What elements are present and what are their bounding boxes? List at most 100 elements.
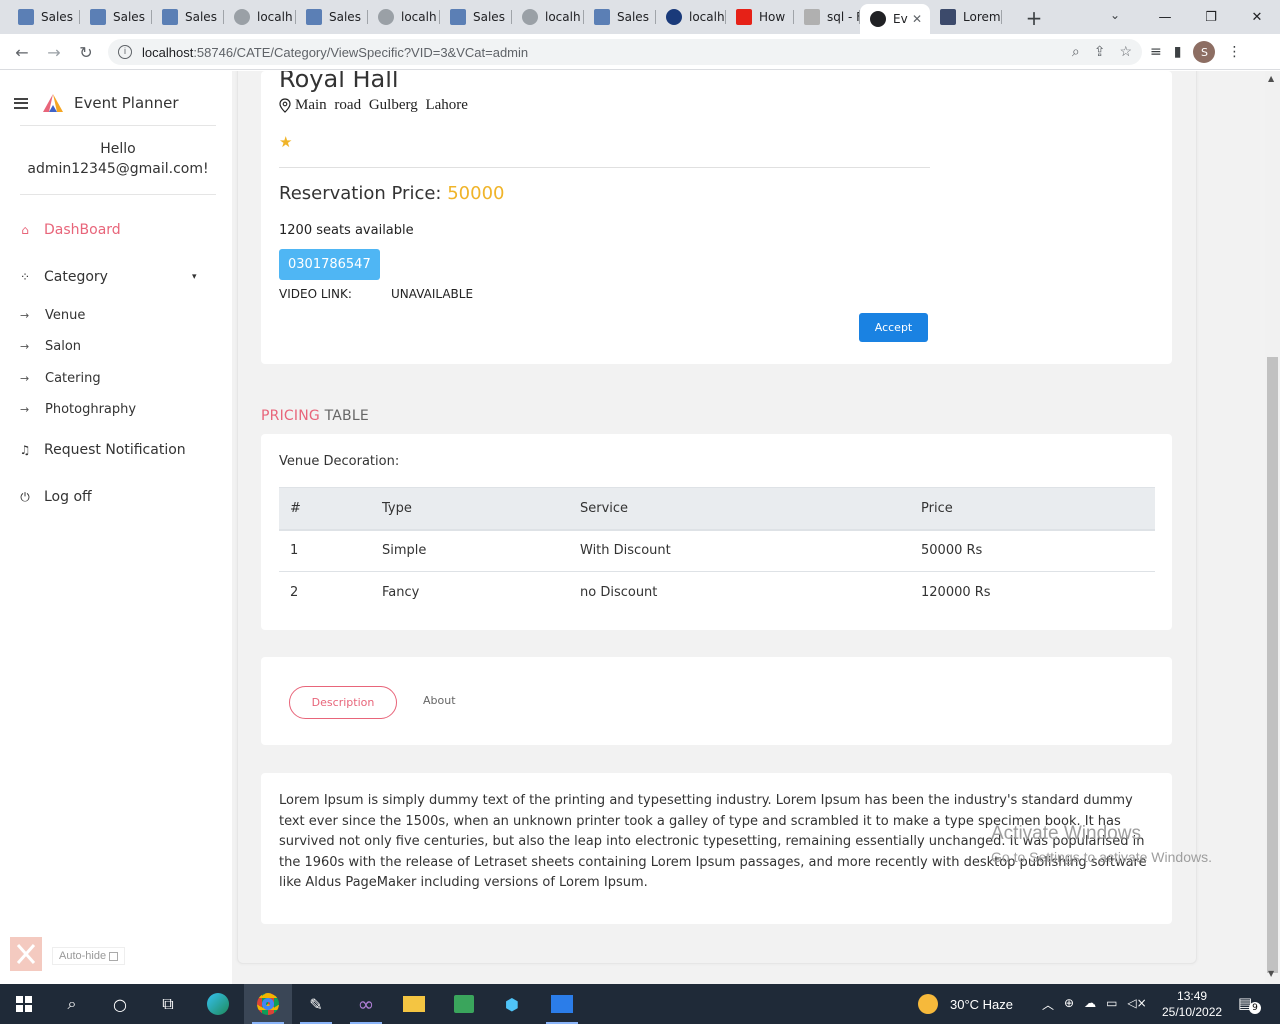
venue-details-card: Royal Hall Main road Gulberg Lahore ★ Re… <box>261 71 1172 364</box>
browser-tab[interactable]: Ev ✕ <box>860 4 930 34</box>
minimize-icon[interactable]: — <box>1142 0 1188 34</box>
windows-start-icon[interactable] <box>0 984 48 1024</box>
browser-tab[interactable]: Lorem <box>930 4 1002 30</box>
accept-button[interactable]: Accept <box>859 313 928 342</box>
table-cell: With Discount <box>580 529 921 572</box>
browser-tab-label: How <box>759 10 786 24</box>
globe-icon <box>378 9 394 25</box>
sidebar-item-request-notification[interactable]: ♫ Request Notification <box>18 442 186 458</box>
browser-tab-label: Sales <box>185 10 217 24</box>
tab-search-chevron-icon[interactable]: ⌄ <box>1110 8 1120 22</box>
network-app-icon[interactable]: ⬢ <box>488 984 536 1024</box>
chevron-down-icon[interactable]: ▾ <box>192 272 197 282</box>
media-app-icon[interactable] <box>440 984 488 1024</box>
windows-taskbar: ⌕ ○ ⧉ ✎ ∞ ⬢ 30°C Haze ︿ ⊕ ☁ ▭ ◁× 13:49 2… <box>0 984 1280 1024</box>
browser-tab[interactable]: Sales <box>440 4 512 30</box>
table-cell: no Discount <box>580 585 658 601</box>
chrome-menu-icon[interactable]: ⋮ <box>1227 44 1241 60</box>
browser-tab-label: localh <box>401 10 437 24</box>
volume-icon[interactable]: ◁× <box>1127 996 1146 1013</box>
visual-studio-icon[interactable]: ∞ <box>342 984 390 1024</box>
chrome-icon[interactable] <box>244 984 292 1024</box>
search-icon[interactable]: ⌕ <box>48 984 96 1024</box>
browser-tab[interactable]: Sales <box>584 4 656 30</box>
tools-icon[interactable]: ✎ <box>292 984 340 1024</box>
new-tab-button[interactable]: + <box>1024 6 1044 30</box>
sidebar-subitem-salon[interactable]: → Salon <box>20 339 81 354</box>
task-view-icon[interactable]: ⧉ <box>144 984 192 1024</box>
weather-widget[interactable]: 30°C Haze <box>918 984 1013 1024</box>
window-controls: — ❐ ✕ <box>1142 0 1280 34</box>
network-icon[interactable]: ▭ <box>1106 996 1117 1013</box>
auto-hide-checkbox[interactable] <box>109 951 119 961</box>
tab-about[interactable]: About <box>423 694 456 707</box>
scrollbar-thumb[interactable] <box>1267 357 1278 973</box>
browser-tab[interactable]: localh <box>224 4 296 30</box>
grid-dots-icon: ⁘ <box>19 270 31 284</box>
browser-toolbar: ← → ↻ i localhost:58746/CATE/Category/Vi… <box>0 34 1280 70</box>
sidebar-subitem-photography[interactable]: → Photoghraphy <box>20 402 136 417</box>
tabs-card: Description About <box>261 657 1172 745</box>
browser-tab[interactable]: localh <box>512 4 584 30</box>
chevron-up-icon[interactable]: ︿ <box>1042 996 1054 1013</box>
browser-tab[interactable]: How <box>726 4 794 30</box>
tab-description[interactable]: Description <box>289 686 397 719</box>
address-bar[interactable]: i localhost:58746/CATE/Category/ViewSpec… <box>108 39 1142 65</box>
pricing-table: # Type Service Price 1 Simple With Disco… <box>279 487 1155 614</box>
restore-icon[interactable]: ❐ <box>1188 0 1234 34</box>
site-info-icon[interactable]: i <box>118 45 132 59</box>
close-window-icon[interactable]: ✕ <box>1234 0 1280 34</box>
back-arrow-icon[interactable]: ← <box>10 40 34 64</box>
sidebar-divider <box>20 125 216 126</box>
browser-tab[interactable]: Sales <box>80 4 152 30</box>
page-scrollbar[interactable]: ▲ ▼ <box>1265 71 1280 984</box>
table-cell: 1 <box>279 529 382 572</box>
browser-tab[interactable]: Sales <box>296 4 368 30</box>
onedrive-cloud-icon[interactable]: ☁ <box>1084 996 1096 1013</box>
scroll-up-icon[interactable]: ▲ <box>1268 74 1274 83</box>
auto-hide-toggle[interactable]: Auto-hide <box>52 947 126 965</box>
media-control-icon[interactable]: ≡ <box>1150 44 1162 60</box>
hamburger-menu-icon[interactable] <box>14 97 28 109</box>
home-icon: ⌂ <box>21 223 29 237</box>
photos-icon[interactable] <box>538 984 586 1024</box>
zoom-icon[interactable]: ⌕ <box>1072 43 1080 60</box>
browser-tab[interactable]: Sales <box>152 4 224 30</box>
user-greeting: Hello admin12345@gmail.com! <box>20 139 216 179</box>
bookmark-star-icon[interactable]: ☆ <box>1119 43 1132 60</box>
video-link-value: UNAVAILABLE <box>391 287 474 301</box>
browser-tab-label: localh <box>545 10 581 24</box>
people-icon[interactable]: ⊕ <box>1064 996 1074 1013</box>
table-row: 1 Simple With Discount 50000 Rs <box>279 529 1155 572</box>
column-header: Type <box>382 487 580 531</box>
browser-tab[interactable]: Sales <box>8 4 80 30</box>
sidebar-item-category[interactable]: ⁘ Category <box>18 269 108 285</box>
edge-icon[interactable] <box>194 984 242 1024</box>
side-panel-icon[interactable]: ▮ <box>1174 44 1182 60</box>
clock[interactable]: 13:49 25/10/2022 <box>1162 988 1222 1020</box>
scroll-down-icon[interactable]: ▼ <box>1268 969 1274 978</box>
table-cell: 2 <box>290 585 299 601</box>
profile-avatar[interactable]: S <box>1193 41 1216 63</box>
sidebar-item-logoff[interactable]: ⏻ Log off <box>18 489 91 505</box>
browser-tab-label: Sales <box>113 10 145 24</box>
close-tab-icon[interactable]: ✕ <box>912 12 922 26</box>
sidebar-item-label: DashBoard <box>44 222 121 238</box>
brand: Event Planner <box>14 93 179 113</box>
browser-tab[interactable]: localh <box>656 4 726 30</box>
sidebar-subitem-venue[interactable]: → Venue <box>20 308 85 323</box>
file-explorer-icon[interactable] <box>390 984 438 1024</box>
sidebar-item-dashboard[interactable]: ⌂ DashBoard <box>18 222 121 238</box>
browser-tab-label: Sales <box>329 10 361 24</box>
forward-arrow-icon[interactable]: → <box>42 40 66 64</box>
table-cell: 50000 Rs <box>921 529 1155 572</box>
cortana-icon[interactable]: ○ <box>96 984 144 1024</box>
browser-tab[interactable]: localh <box>368 4 440 30</box>
browser-tab[interactable]: sql - F <box>794 4 860 30</box>
reload-icon[interactable]: ↻ <box>74 40 98 64</box>
sidebar-subitem-catering[interactable]: → Catering <box>20 371 101 386</box>
notification-center-icon[interactable]: ▤ 9 <box>1238 994 1261 1014</box>
share-icon[interactable]: ⇪ <box>1094 43 1106 60</box>
phone-button[interactable]: 0301786547 <box>279 249 380 280</box>
clock-date: 25/10/2022 <box>1162 1005 1223 1019</box>
